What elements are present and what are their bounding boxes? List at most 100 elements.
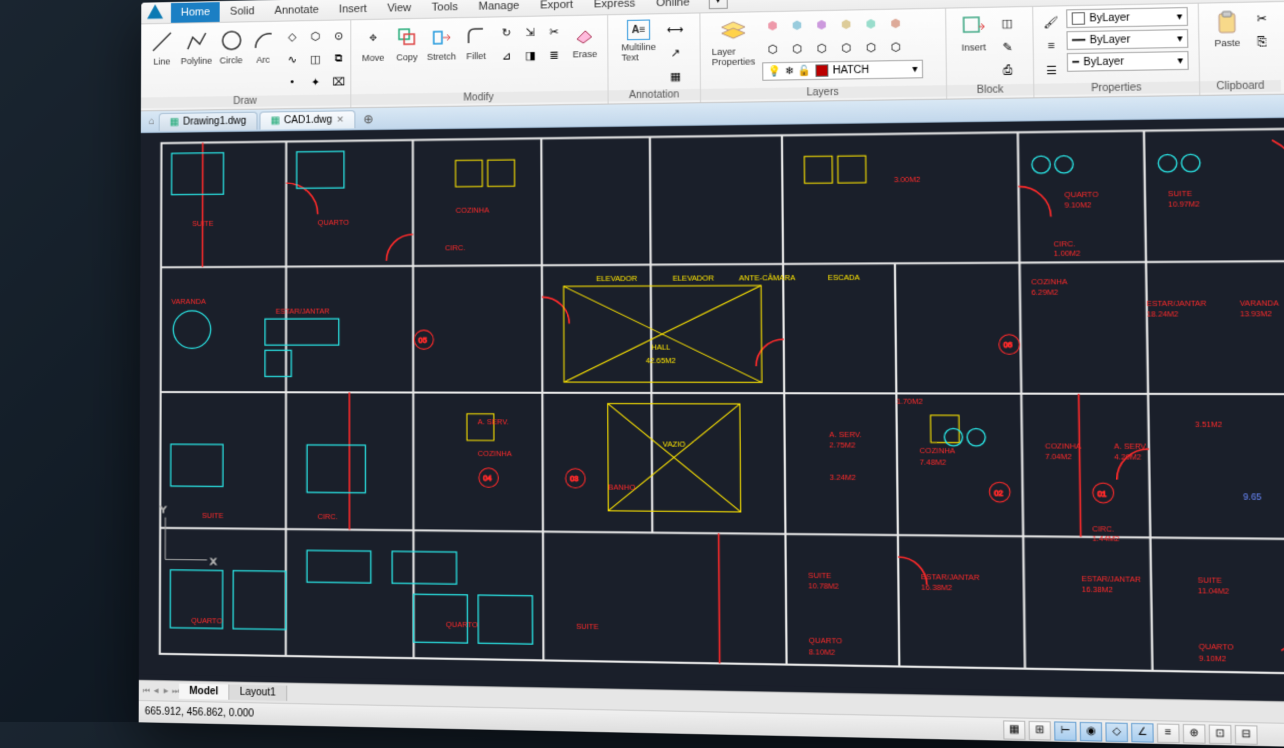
draw-mini-1[interactable]: ◇ [282, 26, 302, 46]
table-btn[interactable]: ▦ [665, 66, 686, 87]
block-mini-2[interactable]: ✎ [996, 36, 1018, 57]
prop-mini-2[interactable]: ≡ [1040, 35, 1062, 56]
polar-btn[interactable]: ◉ [1080, 721, 1103, 741]
tab-insert[interactable]: Insert [329, 0, 377, 19]
cut-icon[interactable]: ✂ [1250, 7, 1273, 28]
tab-manage[interactable]: Manage [468, 0, 530, 16]
qp-btn[interactable]: ⊡ [1209, 724, 1232, 744]
grid-btn[interactable]: ⊞ [1029, 720, 1051, 740]
svg-text:SUITE: SUITE [192, 218, 214, 227]
svg-text:9.10M2: 9.10M2 [1064, 200, 1091, 210]
draw-mini-2[interactable]: ⬡ [305, 26, 325, 46]
close-tab-icon[interactable]: ✕ [336, 114, 344, 125]
layer-mini-11[interactable]: ⬡ [860, 37, 882, 58]
drawing-canvas[interactable]: — ❐ ✕ [139, 117, 1284, 703]
layer-mini-10[interactable]: ⬡ [836, 37, 858, 58]
tool-circle[interactable]: Circle [216, 25, 246, 67]
match-props-icon[interactable]: 🖌 [1040, 12, 1062, 33]
tab-tools[interactable]: Tools [421, 0, 468, 17]
ws-last-icon[interactable]: ⏭ [172, 686, 179, 696]
ws-prev-icon[interactable]: ◄ [152, 686, 160, 696]
tool-layer-properties[interactable]: Layer Properties [707, 15, 760, 69]
layer-mini-6[interactable]: ⬢ [885, 12, 907, 33]
tool-line[interactable]: Line [147, 27, 177, 69]
tool-insert-block[interactable]: Insert [953, 11, 995, 55]
draw-mini-4[interactable]: ∿ [282, 49, 302, 69]
lwt-btn[interactable]: ≡ [1157, 723, 1180, 743]
prop-mini-3[interactable]: ☰ [1041, 59, 1063, 80]
tool-polyline[interactable]: Polyline [179, 26, 214, 68]
mod-mini-6[interactable]: ≣ [544, 44, 565, 65]
leader-btn[interactable]: ↗ [665, 42, 686, 63]
layer-current-dropdown[interactable]: 💡❄🔓 HATCH ▾ [762, 60, 923, 81]
linetype-dropdown[interactable]: ━━ByLayer▾ [1066, 29, 1188, 50]
layer-mini-9[interactable]: ⬡ [811, 38, 833, 59]
tool-stretch[interactable]: Stretch [425, 21, 458, 64]
new-tab-icon[interactable]: ⊕ [357, 111, 379, 125]
tab-solid[interactable]: Solid [220, 1, 264, 22]
group-label-annotation: Annotation [609, 89, 700, 102]
block-mini-1[interactable]: ◫ [996, 12, 1018, 33]
draw-mini-5[interactable]: ◫ [305, 49, 325, 69]
copy-clip-icon[interactable]: ⎘ [1251, 32, 1274, 53]
tab-express[interactable]: Express [583, 0, 645, 14]
ortho-btn[interactable]: ⊢ [1054, 721, 1077, 741]
layer-mini-4[interactable]: ⬢ [835, 13, 857, 34]
mod-mini-5[interactable]: ◨ [520, 45, 541, 66]
svg-text:QUARTO: QUARTO [191, 616, 222, 626]
ws-next-icon[interactable]: ► [162, 686, 170, 696]
layer-mini-5[interactable]: ⬢ [860, 13, 882, 34]
color-dropdown[interactable]: ByLayer▾ [1066, 7, 1188, 28]
mod-mini-1[interactable]: ↻ [496, 22, 517, 43]
draw-mini-6[interactable]: ⧉ [329, 48, 349, 68]
draw-mini-8[interactable]: ✦ [305, 72, 325, 92]
layer-mini-3[interactable]: ⬢ [811, 14, 833, 35]
tool-copy[interactable]: Copy [391, 22, 423, 65]
ribbon-minimize-icon[interactable]: ▾ [709, 0, 728, 9]
home-icon[interactable]: ⌂ [145, 116, 159, 127]
draw-mini-3[interactable]: ⊙ [329, 25, 349, 45]
layer-color-swatch [816, 64, 829, 77]
lineweight-dropdown[interactable]: ━ByLayer▾ [1067, 51, 1189, 72]
tab-online[interactable]: Online [646, 0, 701, 13]
tool-mtext[interactable]: A≡Multiline Text [614, 17, 662, 65]
tool-arc[interactable]: Arc [248, 25, 278, 67]
mod-mini-3[interactable]: ✂ [544, 21, 565, 42]
layer-mini-1[interactable]: ⬢ [762, 15, 783, 36]
mod-mini-4[interactable]: ⊿ [496, 45, 517, 66]
tool-move[interactable]: ✥Move [357, 23, 389, 66]
svg-text:ELEVADOR: ELEVADOR [673, 273, 714, 283]
snap-grid-btn[interactable]: ▦ [1003, 720, 1025, 740]
layer-mini-2[interactable]: ⬢ [786, 14, 807, 35]
mod-mini-2[interactable]: ⇲ [520, 22, 541, 43]
svg-text:10.97M2: 10.97M2 [1168, 199, 1200, 209]
svg-text:3.51M2: 3.51M2 [1195, 420, 1222, 430]
svg-text:QUARTO: QUARTO [809, 636, 843, 646]
draw-mini-9[interactable]: ⌧ [329, 71, 349, 91]
tab-home[interactable]: Home [171, 2, 220, 23]
tab-export[interactable]: Export [530, 0, 584, 15]
tool-fillet[interactable]: Fillet [460, 21, 492, 64]
tab-view[interactable]: View [377, 0, 421, 18]
tool-erase[interactable]: Erase [569, 18, 602, 61]
ws-first-icon[interactable]: ⏮ [143, 685, 150, 695]
ws-tab-model[interactable]: Model [179, 684, 229, 700]
ws-tab-layout1[interactable]: Layout1 [229, 685, 286, 701]
draw-mini-7[interactable]: • [282, 72, 302, 92]
doc-tab-cad1[interactable]: ▦CAD1.dwg ✕ [259, 110, 355, 129]
svg-text:04: 04 [483, 474, 491, 483]
layer-mini-8[interactable]: ⬡ [786, 38, 808, 59]
dim-btn[interactable]: ⟷ [665, 19, 686, 40]
otrack-btn[interactable]: ∠ [1131, 722, 1154, 742]
tool-paste[interactable]: Paste [1206, 6, 1249, 51]
layer-mini-12[interactable]: ⬡ [885, 36, 907, 57]
osnap-btn[interactable]: ◇ [1105, 722, 1128, 742]
tab-annotate[interactable]: Annotate [264, 0, 328, 20]
doc-tab-drawing1[interactable]: ▦Drawing1.dwg [159, 111, 258, 130]
layer-mini-7[interactable]: ⬡ [762, 38, 783, 59]
svg-text:7.48M2: 7.48M2 [920, 457, 947, 467]
sc-btn[interactable]: ⊟ [1235, 724, 1258, 744]
block-mini-3[interactable]: ⎙ [997, 60, 1019, 81]
dyn-btn[interactable]: ⊕ [1183, 723, 1206, 743]
svg-text:9.65: 9.65 [1243, 492, 1262, 502]
